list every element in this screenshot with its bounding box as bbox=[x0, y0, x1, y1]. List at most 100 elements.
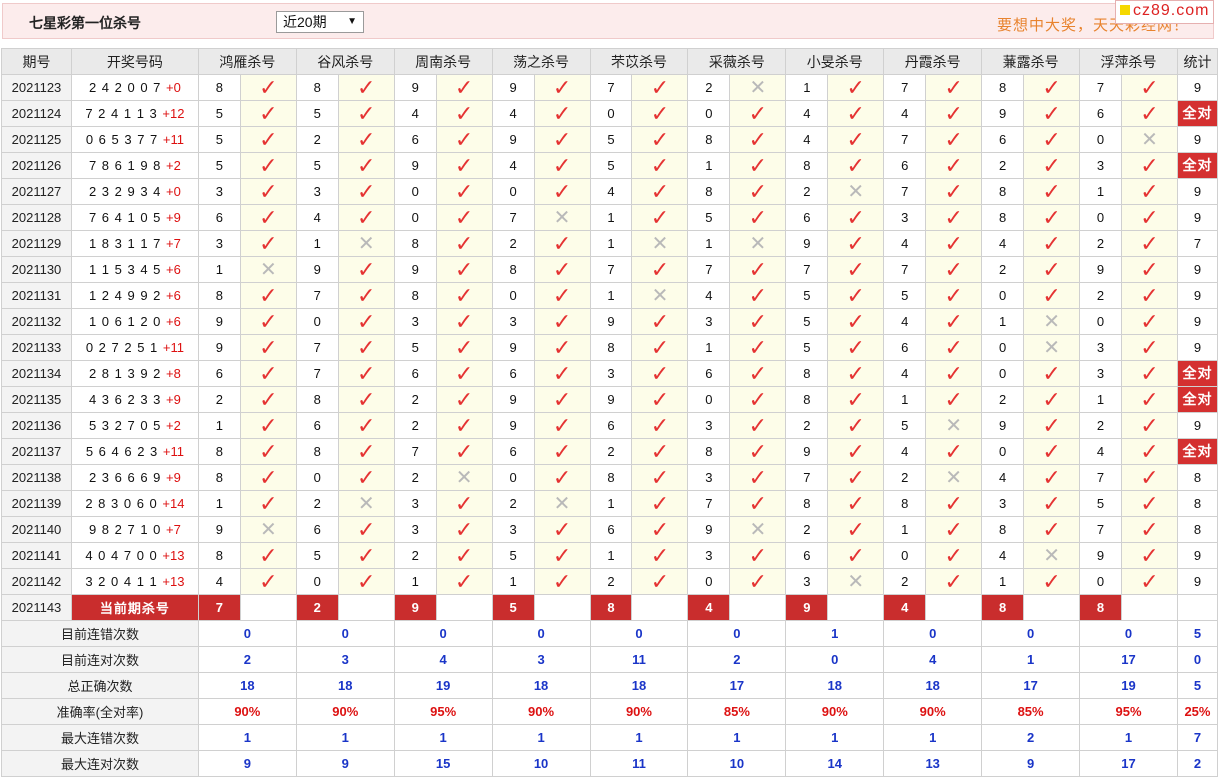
summary-value: 1 bbox=[393, 724, 493, 751]
stat-cell: 8 bbox=[1176, 490, 1218, 517]
check-icon: ✓ bbox=[259, 178, 278, 204]
kill-number: 9 bbox=[785, 438, 829, 465]
kill-number: 7 bbox=[1079, 74, 1122, 101]
result-cell: ✓ bbox=[239, 100, 297, 127]
check-icon: ✓ bbox=[1042, 74, 1061, 100]
result-cell: ✓ bbox=[729, 386, 787, 413]
summary-value: 1 bbox=[1079, 724, 1178, 751]
check-icon: ✓ bbox=[846, 74, 865, 100]
check-icon: ✓ bbox=[846, 464, 865, 490]
kill-number: 2 bbox=[981, 256, 1025, 283]
kill-number: 9 bbox=[393, 256, 437, 283]
kill-number: 7 bbox=[295, 334, 339, 361]
check-icon: ✓ bbox=[944, 386, 963, 412]
check-icon: ✓ bbox=[259, 568, 278, 594]
current-blank bbox=[827, 594, 885, 621]
result-cell: ✕ bbox=[631, 282, 689, 309]
kill-number: 5 bbox=[393, 334, 437, 361]
summary-stat: 0 bbox=[1176, 646, 1218, 673]
col-expert: 荡之杀号 bbox=[491, 48, 591, 75]
kill-number: 3 bbox=[883, 204, 927, 231]
kill-number: 9 bbox=[491, 74, 535, 101]
draw-plus: +8 bbox=[166, 366, 181, 381]
summary-value: 1 bbox=[197, 724, 297, 751]
summary-value: 0 bbox=[589, 620, 689, 647]
draw-cell: 1 2 4 9 9 2 +6 bbox=[70, 282, 199, 309]
result-cell: ✕ bbox=[1023, 308, 1081, 335]
result-cell: ✓ bbox=[631, 74, 689, 101]
check-icon: ✓ bbox=[944, 126, 963, 152]
kill-number: 9 bbox=[197, 334, 241, 361]
result-cell: ✓ bbox=[827, 334, 885, 361]
kill-number: 6 bbox=[295, 412, 339, 439]
check-icon: ✓ bbox=[846, 516, 865, 542]
kill-number: 9 bbox=[491, 386, 535, 413]
summary-value: 17 bbox=[981, 672, 1081, 699]
check-icon: ✓ bbox=[650, 386, 670, 412]
kill-number: 2 bbox=[491, 230, 535, 257]
issue-cell: 2021132 bbox=[1, 308, 72, 335]
check-icon: ✓ bbox=[748, 568, 768, 594]
check-icon: ✓ bbox=[1140, 516, 1159, 542]
draw-digits: 2 3 2 9 3 4 bbox=[88, 184, 162, 199]
result-cell: ✓ bbox=[1023, 100, 1081, 127]
result-cell: ✓ bbox=[1121, 542, 1178, 569]
draw-plus: +2 bbox=[166, 418, 181, 433]
kill-number: 8 bbox=[981, 74, 1025, 101]
check-icon: ✓ bbox=[650, 100, 670, 126]
result-cell: ✓ bbox=[729, 308, 787, 335]
result-cell: ✓ bbox=[1121, 464, 1178, 491]
kill-number: 0 bbox=[1079, 126, 1122, 153]
draw-digits: 7 8 6 1 9 8 bbox=[88, 158, 162, 173]
check-icon: ✓ bbox=[1140, 74, 1159, 100]
period-select[interactable]: 近20期 ▼ bbox=[276, 11, 364, 33]
result-cell: ✓ bbox=[1121, 360, 1178, 387]
result-cell: ✓ bbox=[729, 438, 787, 465]
result-cell: ✓ bbox=[1121, 178, 1178, 205]
kill-number: 8 bbox=[491, 256, 535, 283]
summary-value: 4 bbox=[393, 646, 493, 673]
result-cell: ✓ bbox=[239, 230, 297, 257]
current-kill-number: 8 bbox=[1079, 594, 1122, 621]
issue-cell: 2021125 bbox=[1, 126, 72, 153]
result-cell: ✓ bbox=[729, 334, 787, 361]
kill-number: 4 bbox=[491, 152, 535, 179]
kill-number: 2 bbox=[491, 490, 535, 517]
check-icon: ✓ bbox=[944, 178, 963, 204]
kill-number: 8 bbox=[981, 204, 1025, 231]
draw-digits: 0 6 5 3 7 7 bbox=[85, 132, 159, 147]
check-icon: ✓ bbox=[552, 464, 572, 490]
kill-number: 2 bbox=[1079, 230, 1122, 257]
table-row: 2021141 4 0 4 7 0 0 +13 8 ✓ 5 ✓ 2 ✓ 5 ✓ 1 ✓ 3 ✓ 6 ✓ 0 ✓ 4 ✕… bbox=[1, 542, 1218, 569]
check-icon: ✓ bbox=[454, 438, 474, 464]
kill-number: 6 bbox=[687, 360, 731, 387]
check-icon: ✓ bbox=[846, 542, 865, 568]
check-icon: ✓ bbox=[357, 282, 376, 308]
kill-number: 4 bbox=[785, 100, 829, 127]
cross-icon: ✕ bbox=[553, 492, 571, 515]
draw-digits: 2 8 3 0 6 0 bbox=[85, 496, 158, 511]
check-icon: ✓ bbox=[454, 126, 474, 152]
result-cell: ✓ bbox=[435, 412, 493, 439]
kill-number: 9 bbox=[295, 256, 339, 283]
check-icon: ✓ bbox=[748, 412, 768, 438]
kill-number: 7 bbox=[687, 490, 731, 517]
brand-logo[interactable]: cz89.com bbox=[1115, 0, 1215, 24]
kill-number: 0 bbox=[687, 568, 731, 595]
check-icon: ✓ bbox=[1042, 256, 1061, 282]
summary-value: 11 bbox=[589, 750, 689, 777]
check-icon: ✓ bbox=[1042, 464, 1061, 490]
kill-number: 4 bbox=[589, 178, 633, 205]
page-title: 七星彩第一位杀号 bbox=[29, 15, 141, 31]
kill-number: 4 bbox=[883, 308, 927, 335]
check-icon: ✓ bbox=[454, 386, 474, 412]
check-icon: ✓ bbox=[1140, 386, 1159, 412]
result-cell: ✓ bbox=[1023, 126, 1081, 153]
kill-number: 3 bbox=[393, 490, 437, 517]
kill-number: 4 bbox=[491, 100, 535, 127]
col-expert: 周南杀号 bbox=[393, 48, 493, 75]
kill-number: 6 bbox=[883, 334, 927, 361]
kill-number: 4 bbox=[197, 568, 241, 595]
kill-number: 7 bbox=[589, 256, 633, 283]
check-icon: ✓ bbox=[748, 386, 768, 412]
